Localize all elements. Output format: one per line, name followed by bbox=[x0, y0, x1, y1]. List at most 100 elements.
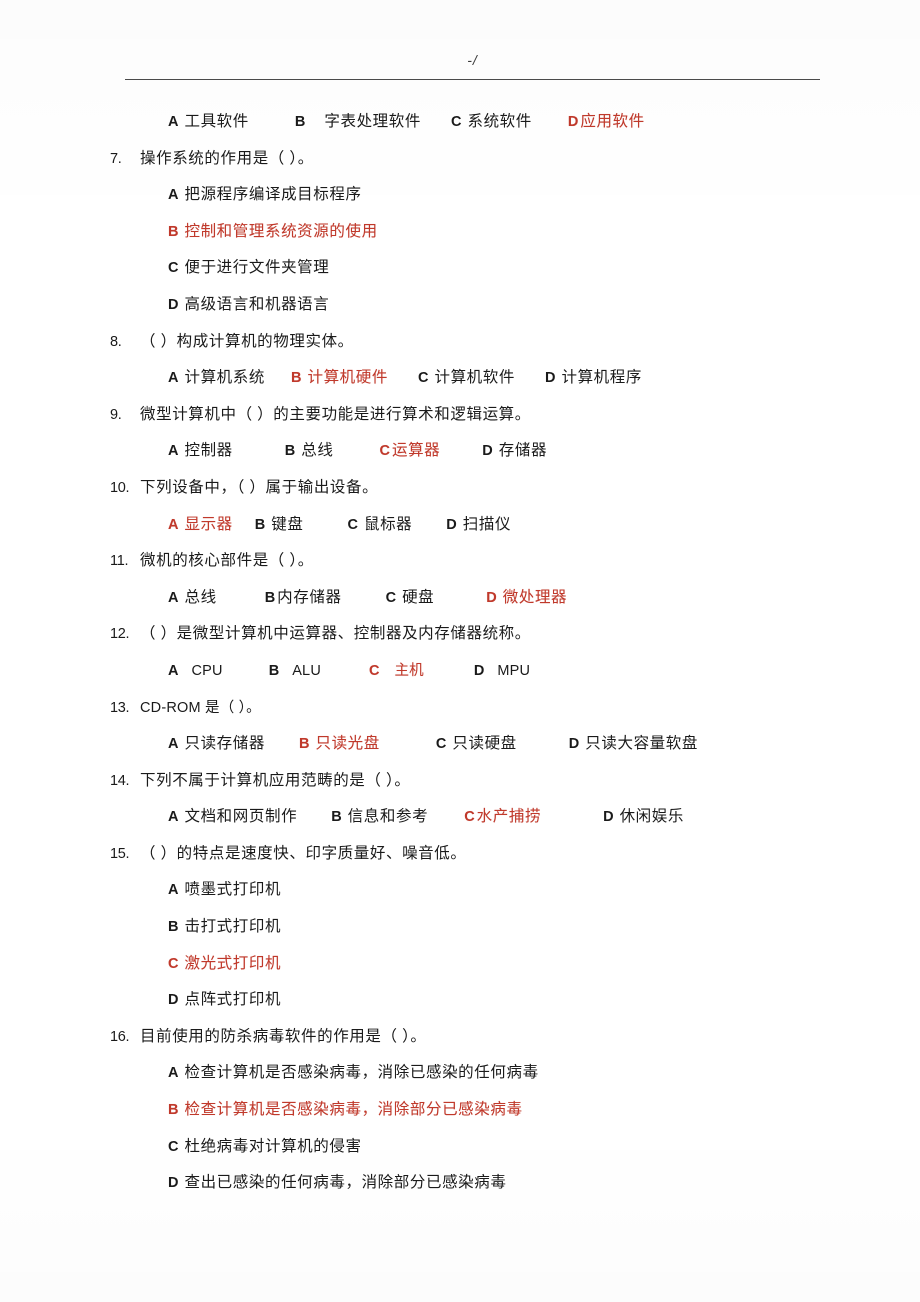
option-b[interactable]: B 信息和参考 bbox=[331, 799, 428, 836]
option-label: 主机 bbox=[394, 662, 424, 679]
option-c[interactable]: C 主机 bbox=[369, 653, 424, 690]
option-row: C 便于进行文件夹管理 bbox=[0, 250, 920, 287]
question-stem: 10. 下列设备中，（ ）属于输出设备。 bbox=[0, 470, 920, 507]
option-a[interactable]: A 喷墨式打印机 bbox=[168, 872, 281, 909]
option-label: 工具软件 bbox=[184, 113, 249, 130]
option-label: CPU bbox=[191, 662, 223, 679]
option-label: 计算机硬件 bbox=[307, 369, 388, 387]
question-list: A 工具软件 B 字表处理软件 C 系统软件 D 应用软件 7. 操作系统的作用是（ ）。 A 把源程… bbox=[0, 104, 920, 1202]
option-c[interactable]: C 运算器 bbox=[379, 433, 440, 470]
option-row: D 点阵式打印机 bbox=[0, 982, 920, 1019]
question-text: （ ）是微型计算机中运算器、控制器及内存储器统称。 bbox=[140, 625, 531, 643]
question-number: 15. bbox=[110, 845, 130, 862]
option-label: 休闲娱乐 bbox=[619, 808, 684, 826]
option-letter: A bbox=[168, 1065, 179, 1082]
option-label: 便于进行文件夹管理 bbox=[184, 259, 330, 277]
option-a[interactable]: A 只读存储器 bbox=[168, 726, 265, 763]
option-c[interactable]: C 鼠标器 bbox=[347, 507, 412, 544]
question-text: 微机的核心部件是（ ）。 bbox=[140, 552, 314, 570]
option-label: 信息和参考 bbox=[347, 808, 429, 826]
option-b[interactable]: B 内存储器 bbox=[265, 580, 342, 617]
option-label: 杜绝病毒对计算机的侵害 bbox=[184, 1137, 362, 1155]
option-letter: A bbox=[168, 882, 179, 899]
option-b[interactable]: B 只读光盘 bbox=[299, 726, 380, 763]
question-stem: 8. （ ）构成计算机的物理实体。 bbox=[0, 324, 920, 361]
option-letter: D bbox=[603, 809, 614, 826]
option-label: 高级语言和机器语言 bbox=[184, 295, 330, 313]
option-label: 激光式打印机 bbox=[184, 954, 282, 972]
option-letter: D bbox=[486, 589, 497, 606]
option-d[interactable]: D 应用软件 bbox=[568, 104, 645, 141]
option-b[interactable]: B 总线 bbox=[285, 433, 334, 470]
option-d[interactable]: D MPU bbox=[474, 653, 530, 690]
option-letter: B bbox=[168, 1102, 179, 1119]
option-c[interactable]: C 硬盘 bbox=[386, 580, 435, 617]
option-a[interactable]: A 检查计算机是否感染病毒，消除已感染的任何病毒 bbox=[168, 1055, 539, 1092]
question-text: CD-ROM 是（ ）。 bbox=[140, 699, 261, 716]
option-letter: C bbox=[450, 114, 462, 130]
option-b[interactable]: B 检查计算机是否感染病毒，消除部分已感染病毒 bbox=[168, 1092, 523, 1129]
option-d[interactable]: D 只读大容量软盘 bbox=[569, 726, 698, 763]
option-b[interactable]: B 控制和管理系统资源的使用 bbox=[168, 214, 378, 251]
option-b[interactable]: B 字表处理软件 bbox=[295, 104, 421, 141]
option-c[interactable]: C 水产捕捞 bbox=[464, 799, 541, 836]
option-c[interactable]: C 杜绝病毒对计算机的侵害 bbox=[168, 1129, 362, 1166]
option-label: 击打式打印机 bbox=[184, 918, 282, 936]
question-stem: 9. 微型计算机中（ ）的主要功能是进行算术和逻辑运算。 bbox=[0, 397, 920, 434]
option-c[interactable]: C 系统软件 bbox=[451, 104, 532, 141]
option-c[interactable]: C 计算机软件 bbox=[418, 360, 515, 397]
option-letter: B bbox=[168, 919, 179, 936]
option-b[interactable]: B 击打式打印机 bbox=[168, 909, 281, 946]
option-letter: B bbox=[284, 443, 296, 460]
option-letter: C bbox=[347, 516, 358, 533]
option-row: A 喷墨式打印机 bbox=[0, 872, 920, 909]
option-a[interactable]: A 总线 bbox=[168, 580, 217, 617]
option-label: 总线 bbox=[184, 588, 217, 606]
option-label: 存储器 bbox=[498, 442, 548, 460]
option-letter: A bbox=[168, 516, 179, 533]
option-d[interactable]: D 扫描仪 bbox=[446, 507, 511, 544]
option-letter: C bbox=[464, 809, 475, 826]
option-c[interactable]: C 激光式打印机 bbox=[168, 946, 281, 983]
option-letter: B bbox=[294, 114, 306, 130]
option-a[interactable]: A 计算机系统 bbox=[168, 360, 265, 397]
option-b[interactable]: B 键盘 bbox=[255, 507, 304, 544]
option-a[interactable]: A 文档和网页制作 bbox=[168, 799, 297, 836]
question-text: 下列不属于计算机应用范畴的是（ ）。 bbox=[140, 771, 411, 789]
option-row: A 工具软件 B 字表处理软件 C 系统软件 D 应用软件 bbox=[0, 104, 920, 141]
question-number: 11. bbox=[110, 553, 129, 570]
option-d[interactable]: D 计算机程序 bbox=[545, 360, 642, 397]
option-label: 计算机程序 bbox=[561, 369, 642, 387]
option-label: 应用软件 bbox=[580, 113, 645, 130]
option-a[interactable]: A 工具软件 bbox=[168, 104, 249, 141]
option-label: 硬盘 bbox=[402, 588, 435, 606]
option-d[interactable]: D 微处理器 bbox=[486, 580, 567, 617]
option-a[interactable]: A 把源程序编译成目标程序 bbox=[168, 177, 362, 214]
option-label: 计算机系统 bbox=[184, 369, 265, 387]
option-label: 总线 bbox=[301, 442, 334, 460]
question-number: 12. bbox=[110, 626, 130, 643]
option-letter: B bbox=[254, 516, 266, 533]
option-a[interactable]: A CPU bbox=[168, 653, 223, 690]
option-label: 文档和网页制作 bbox=[184, 808, 298, 826]
question-number: 14. bbox=[110, 772, 130, 789]
option-label: 水产捕捞 bbox=[476, 808, 542, 826]
option-letter: B bbox=[299, 736, 310, 753]
option-d[interactable]: D 高级语言和机器语言 bbox=[168, 287, 329, 324]
option-b[interactable]: B 计算机硬件 bbox=[291, 360, 388, 397]
option-c[interactable]: C 便于进行文件夹管理 bbox=[168, 250, 329, 287]
option-letter: D bbox=[567, 114, 579, 130]
option-a[interactable]: A 显示器 bbox=[168, 507, 233, 544]
question-number: 9. bbox=[110, 406, 122, 423]
option-label: 喷墨式打印机 bbox=[184, 881, 282, 899]
option-d[interactable]: D 点阵式打印机 bbox=[168, 982, 281, 1019]
option-b[interactable]: B ALU bbox=[269, 653, 321, 690]
option-d[interactable]: D 休闲娱乐 bbox=[603, 799, 684, 836]
option-a[interactable]: A 控制器 bbox=[168, 433, 233, 470]
option-d[interactable]: D 查出已感染的任何病毒，消除部分已感染病毒 bbox=[168, 1165, 507, 1202]
option-label: ALU bbox=[292, 662, 321, 679]
option-letter: D bbox=[168, 296, 179, 313]
option-d[interactable]: D 存储器 bbox=[482, 433, 547, 470]
option-c[interactable]: C 只读硬盘 bbox=[436, 726, 517, 763]
option-letter: A bbox=[168, 443, 179, 460]
